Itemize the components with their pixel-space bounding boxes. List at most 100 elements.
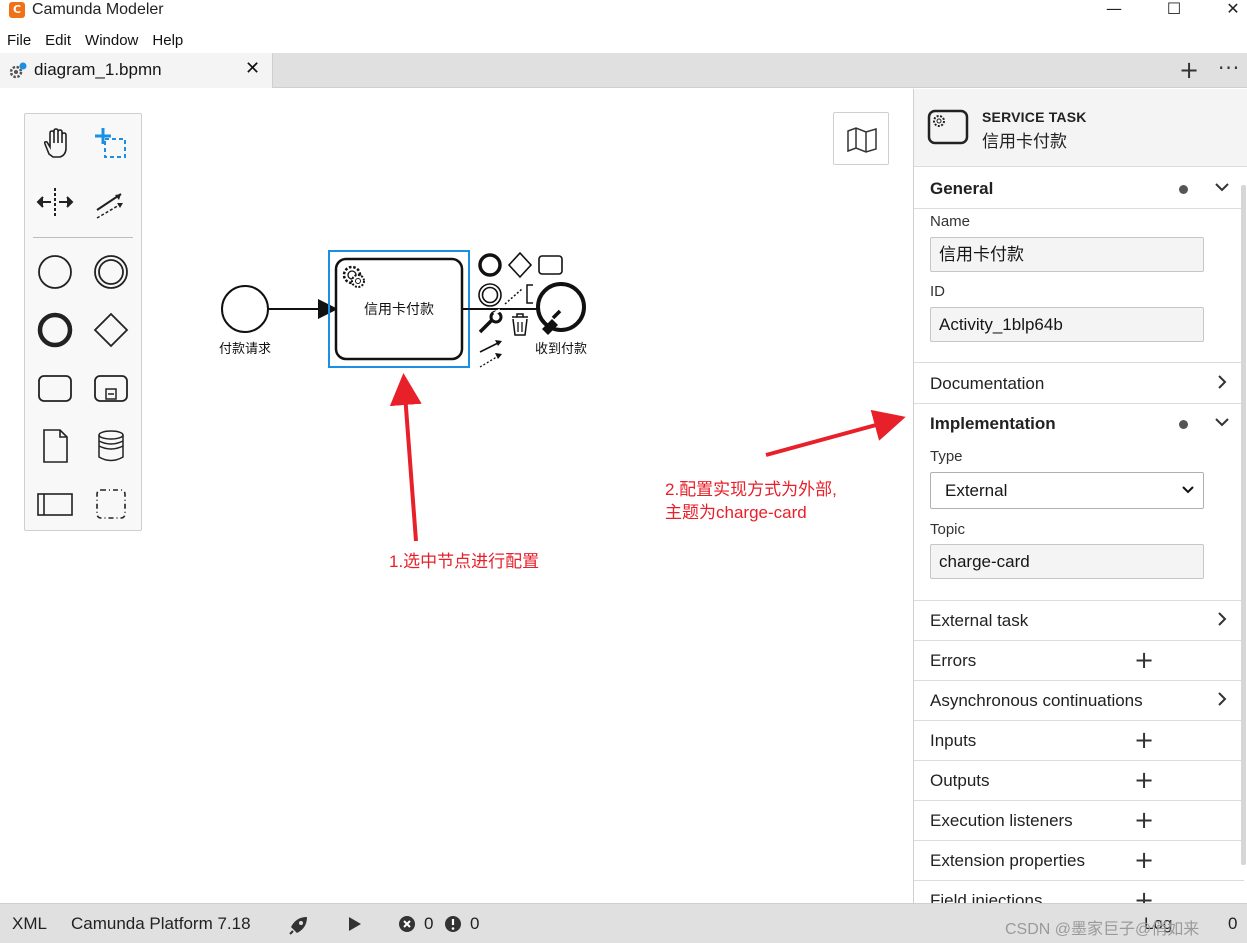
group-errors-title: Errors (930, 651, 977, 670)
group-field-injections-title: Field injections (930, 891, 1043, 903)
tab-diagram[interactable]: diagram_1.bpmn ✕ (0, 53, 273, 88)
properties-panel: SERVICE TASK 信用卡付款 General Name 信用卡付款 ID… (913, 89, 1247, 903)
group-outputs-title: Outputs (930, 771, 990, 790)
group-inputs-title: Inputs (930, 731, 977, 750)
group-documentation-header[interactable]: Documentation (914, 364, 1244, 404)
append-intermediate-event-icon[interactable] (478, 283, 502, 307)
append-end-event-icon[interactable] (478, 253, 502, 277)
add-extension-property-button[interactable]: + (1134, 847, 1154, 873)
title-bar: C Camunda Modeler — ☐ ✕ (0, 0, 1247, 26)
group-async-title: Asynchronous continuations (930, 691, 1143, 710)
menu-help[interactable]: Help (145, 30, 190, 52)
platform-version[interactable]: Camunda Platform 7.18 (71, 914, 251, 934)
xml-view-button[interactable]: XML (12, 914, 47, 934)
chevron-down-icon[interactable] (1214, 177, 1230, 197)
id-input[interactable]: Activity_1blp64b (930, 307, 1204, 342)
type-select-value: External (945, 481, 1008, 500)
group-field-injections-header[interactable]: Field injections + (914, 881, 1244, 903)
chevron-down-icon[interactable] (1214, 412, 1230, 432)
group-documentation-title: Documentation (930, 374, 1045, 393)
menu-file[interactable]: File (0, 30, 38, 52)
errors-count[interactable]: 0 (424, 914, 433, 934)
group-implementation-title: Implementation (930, 414, 1056, 433)
start-event[interactable] (221, 285, 269, 333)
tab-label: diagram_1.bpmn (34, 60, 162, 79)
delete-trash-icon[interactable] (512, 313, 528, 336)
task-label: 信用卡付款 (364, 302, 434, 318)
chevron-right-icon[interactable] (1214, 689, 1230, 709)
connect-tool-icon[interactable] (479, 340, 502, 368)
add-output-button[interactable]: + (1134, 767, 1154, 793)
new-tab-button[interactable]: + (1179, 57, 1199, 83)
service-task-icon (927, 109, 969, 145)
type-label: Type (930, 448, 963, 465)
menu-edit[interactable]: Edit (38, 30, 78, 52)
menu-window[interactable]: Window (78, 30, 145, 52)
warnings-count[interactable]: 0 (470, 914, 479, 934)
group-execution-listeners-header[interactable]: Execution listeners + (914, 801, 1244, 841)
chevron-right-icon[interactable] (1214, 372, 1230, 392)
add-field-injection-button[interactable]: + (1134, 887, 1154, 903)
tab-strip: diagram_1.bpmn ✕ + ··· (0, 53, 1247, 88)
group-external-task-title: External task (930, 611, 1029, 630)
group-implementation-dot (1179, 420, 1188, 429)
add-execution-listener-button[interactable]: + (1134, 807, 1154, 833)
camunda-app-icon: C (9, 2, 25, 18)
element-type-label: SERVICE TASK (982, 109, 1087, 125)
status-bar: XML Camunda Platform 7.18 0 0 Log 0 CSDN… (0, 903, 1247, 943)
add-input-button[interactable]: + (1134, 727, 1154, 753)
maximize-button[interactable]: ☐ (1159, 0, 1189, 20)
group-external-task-header[interactable]: External task (914, 601, 1244, 641)
diagram-canvas[interactable]: 付款请求 信用卡付款 收到付款 1.选中节点进行配置 2.配置实现方式为外部, … (0, 89, 913, 903)
end-event-label: 收到付款 (535, 342, 587, 357)
warning-icon[interactable] (444, 915, 462, 933)
group-general-header[interactable]: General (914, 169, 1244, 209)
type-select[interactable]: External (930, 472, 1204, 509)
log-count: 0 (1228, 914, 1238, 933)
window-title: Camunda Modeler (32, 1, 164, 18)
group-inputs-header[interactable]: Inputs + (914, 721, 1244, 761)
add-error-button[interactable]: + (1134, 647, 1154, 673)
chevron-down-icon (1182, 486, 1194, 494)
minimize-button[interactable]: — (1099, 0, 1129, 20)
group-general-title: General (930, 179, 994, 198)
group-execution-listeners-title: Execution listeners (930, 811, 1073, 830)
menu-bar: File Edit Window Help (0, 30, 190, 52)
annotation-arrow-1 (389, 373, 422, 542)
group-implementation-header[interactable]: Implementation (914, 404, 1244, 444)
id-label: ID (930, 283, 945, 300)
csdn-watermark: CSDN @墨家巨子@俏如来 (1005, 921, 1200, 938)
topic-input[interactable]: charge-card (930, 544, 1204, 579)
error-icon[interactable] (398, 915, 416, 933)
group-extension-properties-title: Extension properties (930, 851, 1085, 870)
annotation-step-1: 1.选中节点进行配置 (389, 552, 540, 571)
more-tabs-button[interactable]: ··· (1218, 56, 1240, 80)
group-errors-header[interactable]: Errors + (914, 641, 1244, 681)
annotation-arrow-2 (765, 409, 906, 457)
group-general-dot (1179, 185, 1188, 194)
group-outputs-header[interactable]: Outputs + (914, 761, 1244, 801)
group-async-header[interactable]: Asynchronous continuations (914, 681, 1244, 721)
append-text-annotation-icon[interactable] (504, 284, 533, 305)
deploy-rocket-icon[interactable] (288, 914, 310, 936)
end-event[interactable] (536, 282, 586, 332)
name-label: Name (930, 213, 971, 230)
annotation-step-2-line-1: 2.配置实现方式为外部, (665, 480, 837, 499)
close-window-button[interactable]: ✕ (1218, 0, 1247, 20)
properties-header: SERVICE TASK 信用卡付款 (914, 89, 1247, 167)
topic-label: Topic (930, 521, 966, 538)
group-extension-properties-header[interactable]: Extension properties + (914, 841, 1244, 881)
change-type-wrench-icon[interactable] (478, 308, 503, 334)
name-input[interactable]: 信用卡付款 (930, 237, 1204, 272)
start-instance-play-icon[interactable] (346, 915, 364, 933)
gear-icon (9, 62, 27, 79)
chevron-right-icon[interactable] (1214, 609, 1230, 629)
annotation-step-2-line-2: 主题为charge-card (665, 503, 807, 522)
element-name-label: 信用卡付款 (982, 132, 1067, 151)
properties-scrollbar[interactable] (1241, 185, 1246, 865)
append-gateway-icon[interactable] (507, 251, 533, 279)
append-task-icon[interactable] (538, 255, 563, 275)
start-event-label: 付款请求 (219, 342, 271, 357)
divider (914, 362, 1244, 363)
tab-close-button[interactable]: ✕ (245, 58, 260, 79)
